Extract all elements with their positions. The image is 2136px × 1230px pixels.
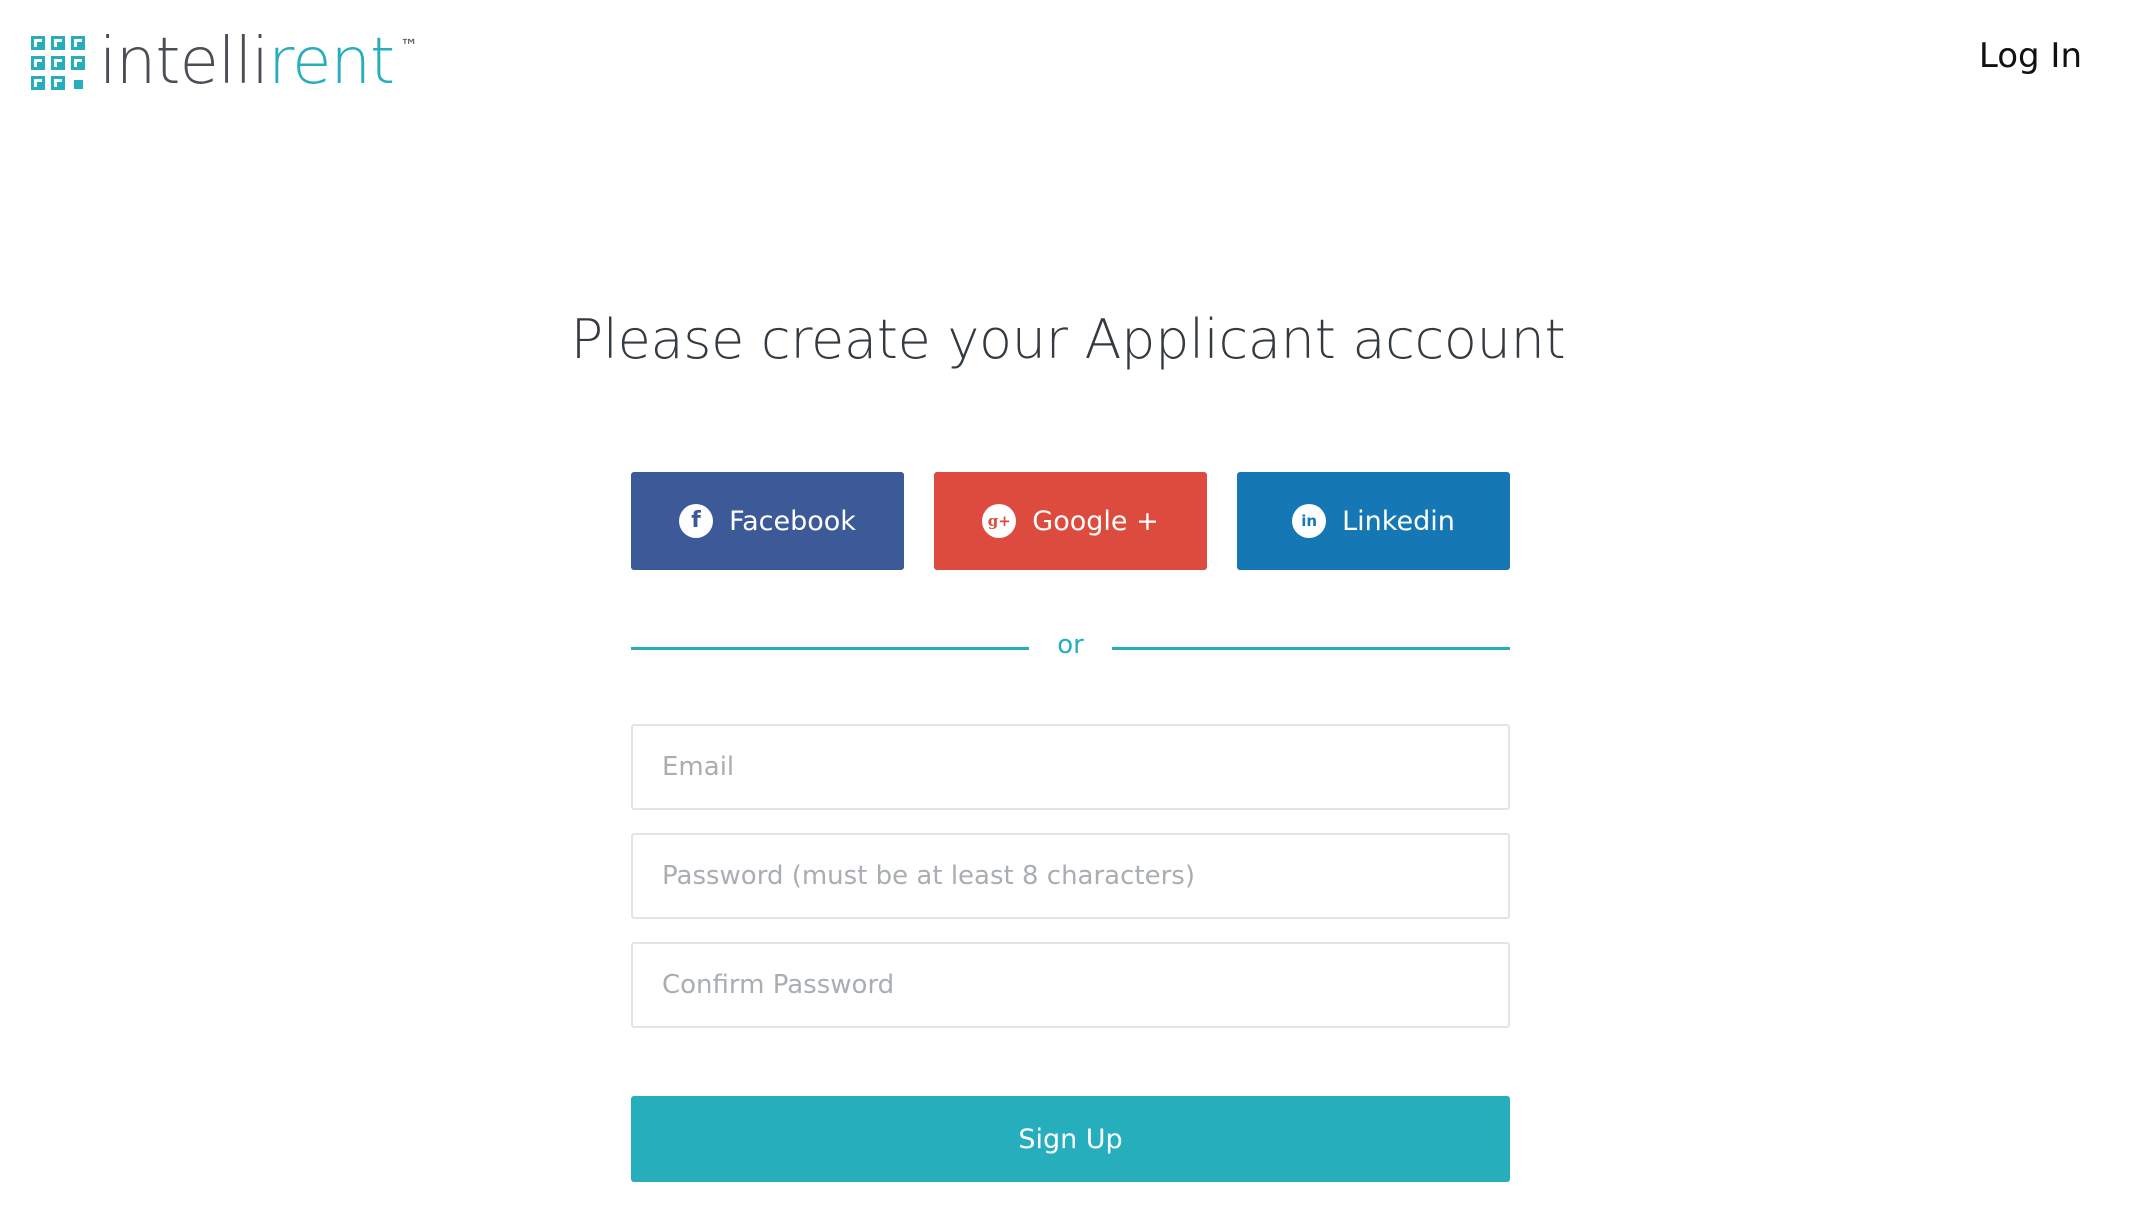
facebook-icon: f — [679, 504, 714, 538]
logo-grid-icon — [31, 36, 85, 90]
logo-wordmark: intellirent — [99, 30, 395, 94]
divider-line-left — [631, 646, 1029, 650]
divider-or-text: or — [1057, 630, 1084, 660]
logo-house-icon — [71, 76, 85, 90]
linkedin-signup-button[interactable]: in Linkedin — [1237, 472, 1510, 570]
logo-text-rent: rent — [268, 25, 395, 99]
email-field[interactable] — [631, 724, 1510, 810]
google-plus-icon: g+ — [982, 504, 1017, 538]
log-in-link[interactable]: Log In — [1979, 36, 2082, 76]
google-plus-signup-button[interactable]: g+ Google + — [934, 472, 1207, 570]
logo-trademark: ™ — [400, 36, 419, 57]
facebook-button-label: Facebook — [729, 505, 856, 537]
sign-up-button[interactable]: Sign Up — [631, 1096, 1510, 1182]
confirm-password-field[interactable] — [631, 942, 1510, 1028]
linkedin-icon: in — [1292, 504, 1327, 538]
facebook-signup-button[interactable]: f Facebook — [631, 472, 904, 570]
linkedin-button-label: Linkedin — [1342, 505, 1455, 537]
divider-line-right — [1112, 646, 1510, 650]
page: intellirent ™ Log In Please create your … — [0, 0, 2136, 1230]
social-signup-buttons: f Facebook g+ Google + in Linkedin — [631, 472, 1510, 570]
or-divider: or — [631, 630, 1510, 666]
page-title: Please create your Applicant account — [570, 308, 1566, 371]
password-field[interactable] — [631, 833, 1510, 919]
google-plus-button-label: Google + — [1032, 505, 1159, 537]
intellirent-logo[interactable]: intellirent ™ — [31, 30, 418, 94]
logo-text-intelli: intelli — [99, 25, 269, 99]
